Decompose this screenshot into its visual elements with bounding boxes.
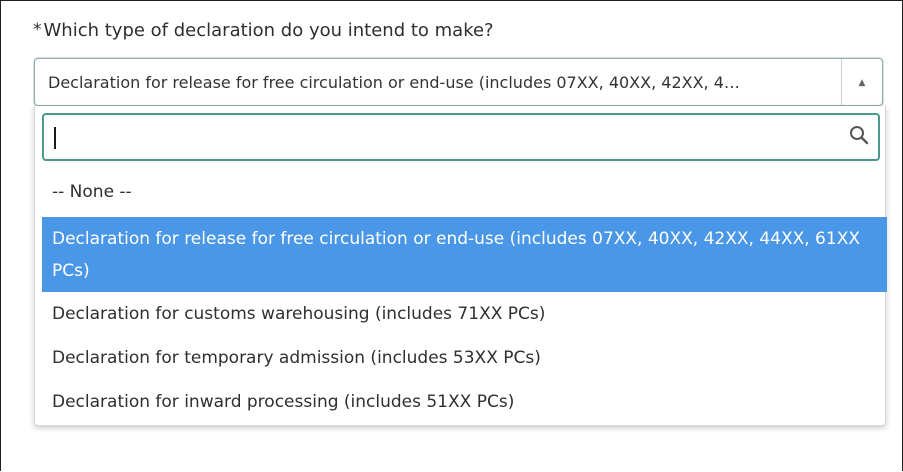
option-inward-processing[interactable]: Declaration for inward processing (inclu… [42, 380, 887, 424]
declaration-type-label: * Which type of declaration do you intend… [33, 18, 494, 43]
option-customs-warehousing[interactable]: Declaration for customs warehousing (inc… [42, 292, 887, 336]
triangle-up-icon[interactable]: ▲ [854, 76, 870, 90]
select-divider [841, 59, 842, 105]
dropdown-panel: -- None -- Declaration for release for f… [34, 106, 887, 426]
option-free-circulation[interactable]: Declaration for release for free circula… [42, 217, 887, 292]
declaration-type-select[interactable]: Declaration for release for free circula… [34, 58, 883, 106]
search-box[interactable] [42, 113, 880, 161]
option-none[interactable]: -- None -- [42, 172, 887, 217]
search-input[interactable] [50, 121, 830, 153]
text-caret [54, 127, 56, 149]
search-icon [850, 126, 869, 145]
option-list: -- None -- Declaration for release for f… [42, 172, 887, 424]
required-marker: * [33, 20, 42, 40]
option-temporary-admission[interactable]: Declaration for temporary admission (inc… [42, 336, 887, 380]
select-current-value: Declaration for release for free circula… [48, 73, 740, 92]
field-label-text: Which type of declaration do you intend … [43, 20, 494, 41]
